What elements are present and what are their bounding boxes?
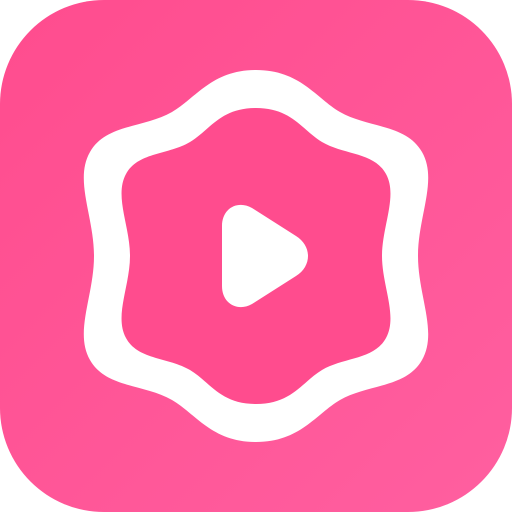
app-icon[interactable] (0, 0, 512, 512)
